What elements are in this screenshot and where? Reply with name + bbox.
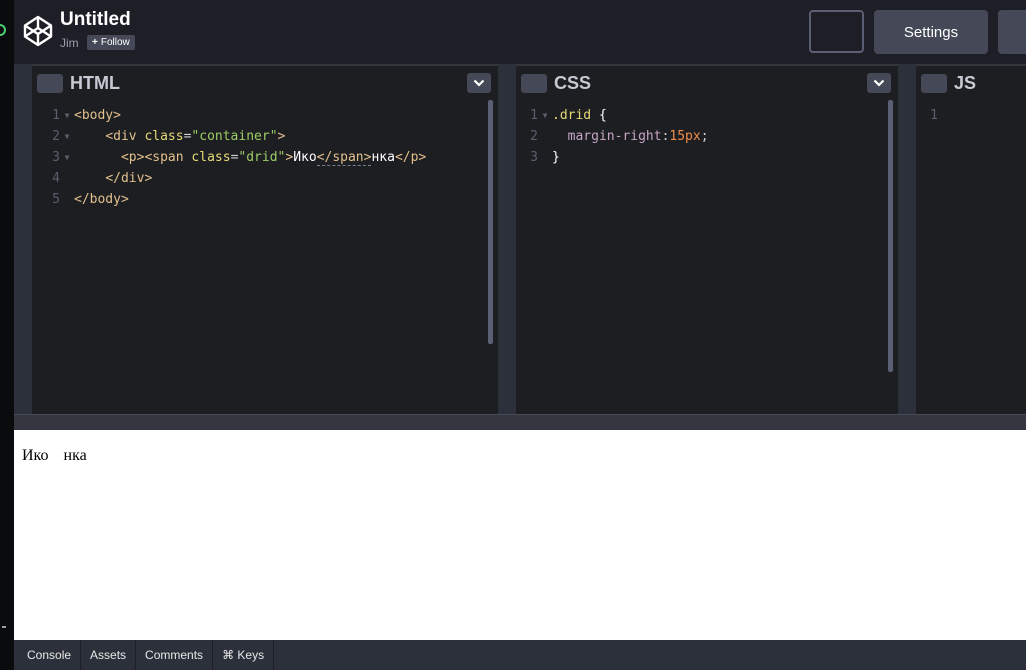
preview-resize-bar[interactable] <box>14 414 1026 430</box>
settings-button[interactable]: Settings <box>874 10 988 54</box>
footer-bar: Console Assets Comments ⌘ Keys <box>14 640 1026 670</box>
header-blank-button[interactable] <box>809 10 864 53</box>
code-line: 2 ▼ <div class="container"> <box>32 126 498 147</box>
preview-rest-text: нка <box>63 447 87 464</box>
code-line: 3 } <box>516 147 898 168</box>
code-token: class <box>191 150 231 165</box>
code-line: 2 margin-right:15px; <box>516 126 898 147</box>
pen-title[interactable]: Untitled <box>60 9 131 31</box>
css-editor-menu-button[interactable] <box>867 73 891 93</box>
code-token: "container" <box>191 129 278 144</box>
code-token: <div <box>105 129 145 144</box>
result-preview: Ико нка <box>14 430 1026 640</box>
line-number: 1 <box>52 108 60 123</box>
html-code-area[interactable]: 1 ▼ <body> 2 ▼ <div class="container"> 3 ▼ <… <box>32 100 498 414</box>
assets-button[interactable]: Assets <box>81 640 137 670</box>
code-token: } <box>552 150 560 165</box>
chevron-down-icon <box>873 79 885 87</box>
line-number: 2 <box>52 129 60 144</box>
code-token: нка <box>371 150 395 165</box>
css-scrollbar[interactable] <box>888 100 893 372</box>
codepen-app: Untitled Jim + Follow Settings HTML 1 ▼ <bo… <box>0 0 1026 670</box>
code-token: <p> <box>120 150 145 165</box>
line-number: 4 <box>52 171 60 186</box>
html-editor-title: HTML <box>70 73 120 93</box>
code-token: margin-right <box>567 129 662 144</box>
code-line: 5 </body> <box>32 189 498 210</box>
fold-arrow-icon[interactable]: ▼ <box>538 105 552 126</box>
status-dot-icon <box>0 24 6 36</box>
html-editor-header: HTML <box>32 64 498 100</box>
js-editor-panel: JS 1 <box>898 64 1026 414</box>
editors-area: HTML 1 ▼ <body> 2 ▼ <div class="container">… <box>14 64 1026 414</box>
edge-marker <box>2 626 6 628</box>
header-bar: Untitled Jim + Follow Settings <box>14 0 1026 64</box>
code-token: </div> <box>105 171 153 186</box>
code-token: .drid <box>552 108 592 123</box>
code-token: > <box>285 150 294 165</box>
code-token: </span> <box>316 150 372 166</box>
html-editor-panel: HTML 1 ▼ <body> 2 ▼ <div class="container">… <box>14 64 498 414</box>
js-lang-icon <box>921 74 947 93</box>
settings-label: Settings <box>903 23 959 41</box>
css-editor-header: CSS <box>516 64 898 100</box>
js-editor-title: JS <box>954 73 977 93</box>
code-token: </p> <box>394 150 427 165</box>
code-token: { <box>598 108 607 123</box>
fold-arrow-icon[interactable]: ▼ <box>60 126 74 147</box>
chevron-down-icon <box>473 79 485 87</box>
line-number: 3 <box>52 150 60 165</box>
preview-paragraph: Ико нка <box>22 447 87 465</box>
fold-arrow-icon[interactable]: ▼ <box>60 105 74 126</box>
line-number: 2 <box>530 129 538 144</box>
code-token: ; <box>700 129 709 144</box>
left-edge-strip <box>0 0 14 670</box>
codepen-logo-icon[interactable] <box>22 14 54 48</box>
follow-label: Follow <box>100 37 130 48</box>
code-token: Ико <box>293 150 317 165</box>
line-number: 1 <box>930 108 938 123</box>
header-extra-button[interactable] <box>998 10 1026 54</box>
code-token: "drid" <box>238 150 286 165</box>
preview-span-text: Ико <box>22 447 49 464</box>
code-token: 15px <box>669 129 701 144</box>
code-token: </body> <box>74 192 129 207</box>
code-line: 1 ▼ <body> <box>32 105 498 126</box>
code-token: <body> <box>74 108 121 123</box>
code-token: class <box>144 129 184 144</box>
css-lang-icon <box>521 74 547 93</box>
code-line: 4 </div> <box>32 168 498 189</box>
js-code-area[interactable]: 1 <box>916 100 1026 414</box>
html-scrollbar[interactable] <box>488 100 493 344</box>
code-line: 1 ▼ .drid { <box>516 105 898 126</box>
plus-icon: + <box>92 37 98 48</box>
code-line: 3 ▼ <p><span class="drid">Ико</span>нка</… <box>32 147 498 168</box>
line-number: 3 <box>530 150 538 165</box>
comments-button[interactable]: Comments <box>136 640 214 670</box>
code-line: 1 <box>916 105 1026 126</box>
line-number: 5 <box>52 192 60 207</box>
follow-button[interactable]: + Follow <box>87 35 135 50</box>
code-token: > <box>277 129 286 144</box>
code-token: <span <box>144 150 192 165</box>
html-lang-icon <box>37 74 63 93</box>
line-number: 1 <box>530 108 538 123</box>
keys-button[interactable]: ⌘ Keys <box>213 640 275 670</box>
js-editor-header: JS <box>916 64 1026 100</box>
css-editor-panel: CSS 1 ▼ .drid { 2 margin-right:15px; 3 } <box>498 64 898 414</box>
css-code-area[interactable]: 1 ▼ .drid { 2 margin-right:15px; 3 } <box>516 100 898 414</box>
console-button[interactable]: Console <box>14 640 82 670</box>
css-editor-title: CSS <box>554 73 592 93</box>
author-name[interactable]: Jim <box>60 36 79 50</box>
html-editor-menu-button[interactable] <box>467 73 491 93</box>
fold-arrow-icon[interactable]: ▼ <box>60 147 74 168</box>
